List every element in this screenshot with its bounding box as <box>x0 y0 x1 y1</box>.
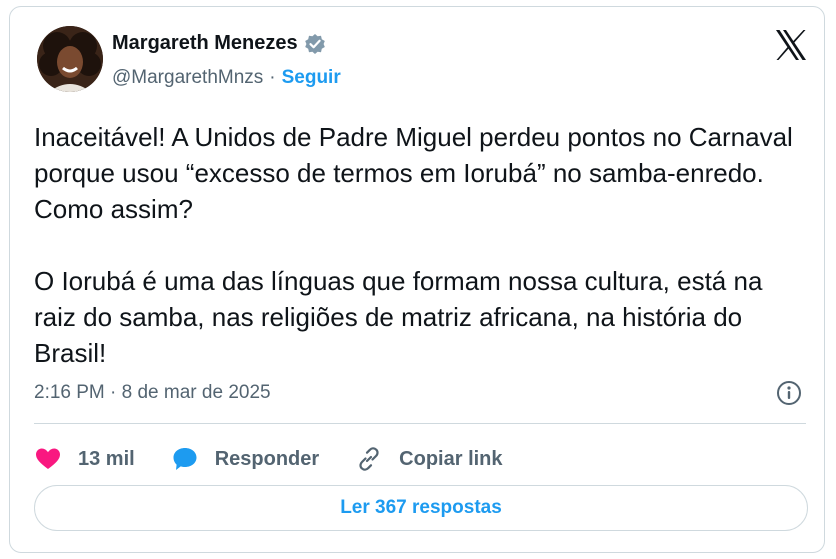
link-icon <box>359 447 379 471</box>
tweet-card: Margareth Menezes @MargarethMnzs · Segui… <box>9 6 825 553</box>
x-logo-icon[interactable] <box>774 29 808 61</box>
author-handle-row: @MargarethMnzs · Seguir <box>112 67 341 89</box>
divider <box>34 423 806 424</box>
info-icon[interactable] <box>776 380 802 406</box>
read-replies-button[interactable]: Ler 367 respostas <box>34 485 808 531</box>
follow-button[interactable]: Seguir <box>282 67 341 89</box>
tweet-text: Inaceitável! A Unidos de Padre Miguel pe… <box>34 122 793 368</box>
reply-label: Responder <box>214 447 320 470</box>
tweet-timestamp[interactable]: 2:16 PM · 8 de mar de 2025 <box>34 382 271 404</box>
like-button[interactable]: 13 mil <box>34 445 135 473</box>
verified-badge-icon <box>304 33 326 55</box>
action-bar: 13 mil Responder Copiar link <box>34 439 539 479</box>
like-count: 13 mil <box>78 447 135 470</box>
reply-button[interactable]: Responder <box>171 445 319 473</box>
separator-dot: · <box>269 67 276 88</box>
author-name-row: Margareth Menezes <box>112 32 326 55</box>
copy-link-button[interactable]: Copiar link <box>355 445 503 473</box>
avatar[interactable] <box>37 26 103 92</box>
heart-icon <box>36 448 60 469</box>
speech-bubble-icon <box>173 448 197 470</box>
copy-link-label: Copiar link <box>399 447 503 470</box>
author-handle[interactable]: @MargarethMnzs <box>112 67 263 89</box>
author-display-name[interactable]: Margareth Menezes <box>112 32 298 55</box>
